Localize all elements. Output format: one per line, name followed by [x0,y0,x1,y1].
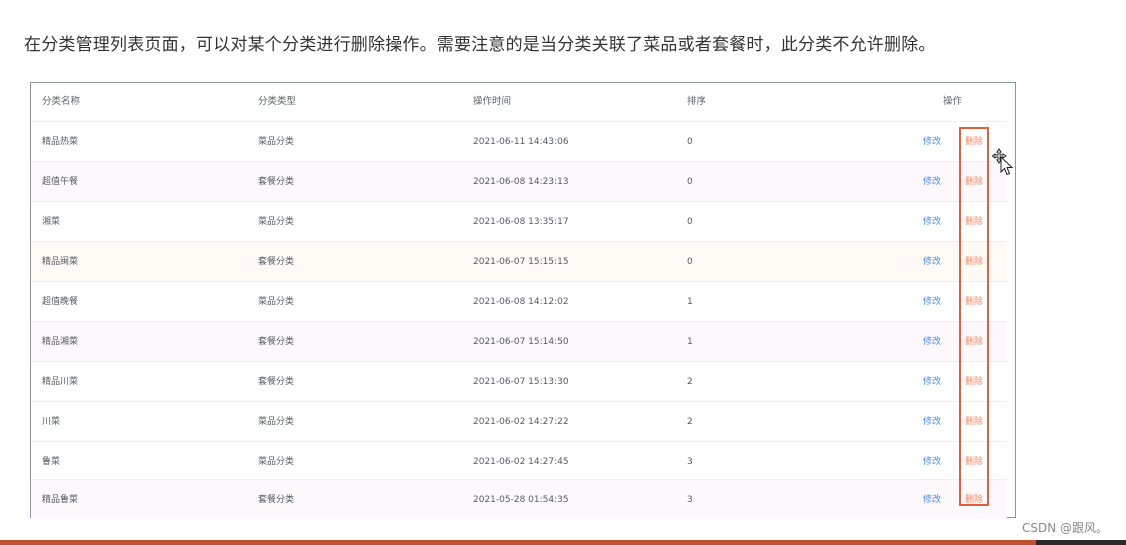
table-row: 精品闽菜 套餐分类 2021-06-07 15:15:15 0 修改 删除 [31,241,1007,281]
row-name: 超值晚餐 [42,297,79,307]
row-type: 套餐分类 [258,377,295,387]
table-row: 超值晚餐 菜品分类 2021-06-08 14:12:02 1 修改 删除 [31,281,1007,321]
move-cursor-icon [992,148,1014,176]
table-row: 川菜 菜品分类 2021-06-02 14:27:22 2 修改 删除 [31,401,1007,441]
row-time: 2021-06-07 15:15:15 [473,257,569,267]
row-type: 菜品分类 [258,137,295,147]
edit-link[interactable]: 修改 [923,402,941,442]
row-sort: 2 [687,377,693,387]
table-row: 精品热菜 菜品分类 2021-06-11 14:43:06 0 修改 删除 [31,121,1007,161]
bottom-dark-bar [1036,540,1126,545]
table-row: 精品湘菜 套餐分类 2021-06-07 15:14:50 1 修改 删除 [31,321,1007,361]
row-type: 套餐分类 [258,177,295,187]
row-type: 套餐分类 [258,495,295,505]
row-type: 套餐分类 [258,337,295,347]
edit-link[interactable]: 修改 [923,242,941,282]
row-sort: 0 [687,217,693,227]
edit-link[interactable]: 修改 [923,480,941,520]
watermark: CSDN @跟风。 [1022,521,1109,535]
row-type: 菜品分类 [258,417,295,427]
row-type: 菜品分类 [258,217,295,227]
table-row: 鲁菜 菜品分类 2021-06-02 14:27:45 3 修改 删除 [31,441,1007,481]
row-type: 菜品分类 [258,457,295,467]
category-table: 分类名称 分类类型 操作时间 排序 操作 精品热菜 菜品分类 2021-06-1… [30,82,1016,519]
table-row: 精品鲁菜 套餐分类 2021-05-28 01:54:35 3 修改 删除 [31,479,1007,519]
row-type: 套餐分类 [258,257,295,267]
edit-link[interactable]: 修改 [923,162,941,202]
row-time: 2021-06-08 14:23:13 [473,177,569,187]
header-ops: 操作 [943,96,963,107]
row-sort: 0 [687,137,693,147]
row-name: 精品湘菜 [42,337,79,347]
edit-link[interactable]: 修改 [923,202,941,242]
table-row: 湘菜 菜品分类 2021-06-08 13:35:17 0 修改 删除 [31,201,1007,241]
edit-link[interactable]: 修改 [923,282,941,322]
row-sort: 3 [687,495,693,505]
header-name: 分类名称 [42,96,81,107]
row-sort: 3 [687,457,693,467]
edit-link[interactable]: 修改 [923,362,941,402]
row-time: 2021-05-28 01:54:35 [473,495,569,505]
edit-link[interactable]: 修改 [923,442,941,482]
row-name: 精品川菜 [42,377,79,387]
edit-link[interactable]: 修改 [923,122,941,162]
screenshot-page: 在分类管理列表页面，可以对某个分类进行删除操作。需要注意的是当分类关联了菜品或者… [0,0,1126,545]
row-time: 2021-06-02 14:27:22 [473,417,569,427]
row-time: 2021-06-08 14:12:02 [473,297,569,307]
row-name: 超值午餐 [42,177,79,187]
header-type: 分类类型 [258,96,297,107]
row-time: 2021-06-07 15:13:30 [473,377,569,387]
delete-column-highlight [959,127,989,506]
row-name: 精品闽菜 [42,257,79,267]
row-sort: 0 [687,257,693,267]
header-sort: 排序 [687,96,707,107]
row-name: 湘菜 [42,217,61,227]
row-time: 2021-06-11 14:43:06 [473,137,569,147]
table-header: 分类名称 分类类型 操作时间 排序 操作 [31,83,1007,121]
row-time: 2021-06-08 13:35:17 [473,217,569,227]
row-name: 鲁菜 [42,457,61,467]
edit-link[interactable]: 修改 [923,322,941,362]
row-type: 菜品分类 [258,297,295,307]
row-sort: 1 [687,297,693,307]
row-name: 精品鲁菜 [42,495,79,505]
table-row: 精品川菜 套餐分类 2021-06-07 15:13:30 2 修改 删除 [31,361,1007,401]
header-time: 操作时间 [473,96,512,107]
table-row: 超值午餐 套餐分类 2021-06-08 14:23:13 0 修改 删除 [31,161,1007,201]
row-sort: 1 [687,337,693,347]
row-name: 川菜 [42,417,61,427]
page-heading: 在分类管理列表页面，可以对某个分类进行删除操作。需要注意的是当分类关联了菜品或者… [24,35,936,55]
row-sort: 2 [687,417,693,427]
bottom-accent-bar [0,540,1036,545]
row-sort: 0 [687,177,693,187]
row-time: 2021-06-07 15:14:50 [473,337,569,347]
row-time: 2021-06-02 14:27:45 [473,457,569,467]
row-name: 精品热菜 [42,137,79,147]
